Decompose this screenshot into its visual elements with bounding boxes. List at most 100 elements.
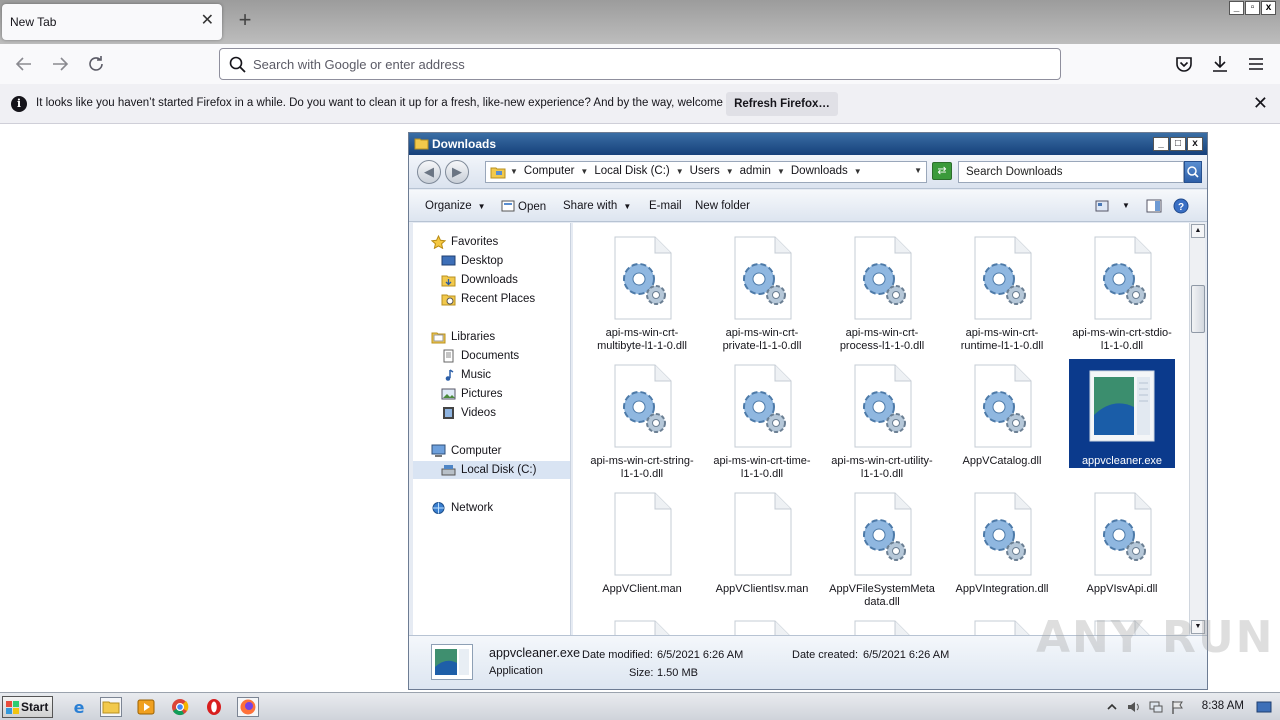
pocket-icon[interactable] (1173, 53, 1195, 75)
address-bar[interactable]: Search with Google or enter address (219, 48, 1061, 80)
file-item[interactable]: AppVIsvApi.dll (1069, 487, 1175, 596)
nav-music[interactable]: Music (441, 366, 491, 384)
breadcrumb-arrow-icon[interactable]: ▼ (777, 165, 785, 179)
file-item[interactable]: api-ms-win-crt-string-l1-1-0.dll (589, 359, 695, 481)
file-item[interactable]: AppVCatalog.dll (949, 359, 1055, 468)
view-icon[interactable] (1095, 200, 1109, 212)
blank-file-icon (609, 491, 675, 577)
nav-libraries[interactable]: Libraries (431, 328, 495, 346)
firefox-icon[interactable] (237, 697, 259, 717)
network-tray-icon[interactable] (1148, 699, 1164, 715)
new-folder-button[interactable]: New folder (695, 200, 750, 212)
action-center-flag-icon[interactable] (1170, 699, 1186, 715)
file-item-partial[interactable] (709, 615, 815, 635)
file-item[interactable]: appvcleaner.exe (1069, 359, 1175, 468)
dll-gear-icon (609, 363, 675, 449)
nav-favorites[interactable]: Favorites (430, 233, 498, 251)
file-item[interactable]: api-ms-win-crt-stdio-l1-1-0.dll (1069, 231, 1175, 353)
search-icon[interactable] (1184, 161, 1202, 183)
vertical-scrollbar[interactable]: ▲ ▼ (1189, 223, 1205, 635)
scroll-up-icon[interactable]: ▲ (1191, 224, 1205, 238)
nav-computer[interactable]: Computer (431, 442, 502, 460)
explorer-forward-button[interactable]: ▶ (445, 160, 469, 184)
nav-recent-places[interactable]: Recent Places (441, 290, 535, 308)
breadcrumb-admin[interactable]: admin (740, 165, 771, 179)
download-icon[interactable] (1209, 53, 1231, 75)
explorer-back-button[interactable]: ◀ (417, 160, 441, 184)
open-button[interactable]: Open (501, 200, 546, 213)
file-item[interactable]: api-ms-win-crt-process-l1-1-0.dll (829, 231, 935, 353)
explorer-title-bar[interactable]: Downloads _ □ x (409, 133, 1207, 155)
internet-explorer-icon[interactable]: e (68, 697, 90, 717)
nav-downloads[interactable]: Downloads (441, 271, 518, 289)
breadcrumb-computer[interactable]: Computer (524, 165, 575, 179)
file-item[interactable]: AppVClient.man (589, 487, 695, 596)
file-item[interactable]: api-ms-win-crt-utility-l1-1-0.dll (829, 359, 935, 481)
view-chevron-down-icon[interactable]: ▼ (1122, 201, 1130, 210)
file-item-partial[interactable] (829, 615, 935, 635)
nav-local-disk[interactable]: Local Disk (C:) (413, 461, 570, 479)
dll-gear-icon (609, 619, 675, 635)
minimize-button[interactable]: _ (1229, 1, 1244, 15)
nav-network[interactable]: Network (431, 499, 493, 517)
explorer-minimize-button[interactable]: _ (1153, 137, 1169, 151)
help-icon[interactable]: ? (1173, 198, 1189, 214)
breadcrumb[interactable]: ▼ Computer ▼ Local Disk (C:) ▼ Users ▼ a… (485, 161, 927, 183)
nav-computer-label: Computer (451, 445, 502, 457)
back-icon[interactable] (12, 52, 36, 76)
file-item[interactable]: AppVClientIsv.man (709, 487, 815, 596)
reload-icon[interactable] (84, 52, 108, 76)
organize-label: Organize (425, 200, 472, 212)
nav-documents[interactable]: Documents (441, 347, 519, 365)
explorer-taskbar-icon[interactable] (100, 697, 122, 717)
file-item[interactable]: api-ms-win-crt-private-l1-1-0.dll (709, 231, 815, 353)
breadcrumb-arrow-icon[interactable]: ▼ (854, 165, 862, 179)
nav-recent-label: Recent Places (461, 293, 536, 305)
breadcrumb-arrow-icon[interactable]: ▼ (510, 165, 518, 179)
scroll-thumb[interactable] (1191, 285, 1205, 333)
restore-button[interactable]: ▫ (1245, 1, 1260, 15)
menu-icon[interactable] (1245, 53, 1267, 75)
refresh-icon[interactable]: ⇄ (932, 162, 952, 180)
share-with-button[interactable]: Share with ▼ (563, 200, 631, 212)
refresh-firefox-button[interactable]: Refresh Firefox… (726, 92, 838, 116)
breadcrumb-local-disk[interactable]: Local Disk (C:) (594, 165, 669, 179)
nav-desktop[interactable]: Desktop (441, 252, 503, 270)
nav-videos[interactable]: Videos (441, 404, 496, 422)
start-button[interactable]: Start (2, 696, 53, 718)
breadcrumb-arrow-icon[interactable]: ▼ (726, 165, 734, 179)
opera-icon[interactable] (203, 697, 225, 717)
nav-local-disk-label: Local Disk (C:) (461, 464, 537, 476)
search-input[interactable]: Search Downloads (958, 161, 1184, 183)
file-item[interactable]: AppVFileSystemMetadata.dll (829, 487, 935, 609)
close-notification-icon[interactable]: ✕ (1253, 94, 1268, 112)
tab-new-tab[interactable]: New Tab ✕ (2, 4, 222, 40)
close-window-button[interactable]: x (1261, 1, 1276, 15)
file-item[interactable]: api-ms-win-crt-runtime-l1-1-0.dll (949, 231, 1055, 353)
show-desktop-icon[interactable] (1256, 699, 1272, 715)
nav-pictures[interactable]: Pictures (441, 385, 503, 403)
explorer-close-button[interactable]: x (1187, 137, 1203, 151)
file-item-partial[interactable] (589, 615, 695, 635)
file-item[interactable]: api-ms-win-crt-multibyte-l1-1-0.dll (589, 231, 695, 353)
email-button[interactable]: E-mail (649, 200, 682, 212)
preview-pane-icon[interactable] (1146, 199, 1162, 213)
chrome-icon[interactable] (169, 697, 191, 717)
media-player-icon[interactable] (135, 697, 157, 717)
forward-icon[interactable] (48, 52, 72, 76)
breadcrumb-users[interactable]: Users (690, 165, 720, 179)
volume-icon[interactable] (1126, 699, 1142, 715)
file-name: api-ms-win-crt-multibyte-l1-1-0.dll (597, 327, 687, 352)
tab-close-icon[interactable]: ✕ (201, 13, 214, 29)
breadcrumb-arrow-icon[interactable]: ▼ (580, 165, 588, 179)
file-item[interactable]: api-ms-win-crt-time-l1-1-0.dll (709, 359, 815, 481)
file-item[interactable]: AppVIntegration.dll (949, 487, 1055, 596)
chevron-down-icon[interactable]: ▼ (914, 166, 922, 175)
explorer-maximize-button[interactable]: □ (1170, 137, 1186, 151)
breadcrumb-arrow-icon[interactable]: ▼ (676, 165, 684, 179)
new-tab-button[interactable]: + (234, 9, 256, 33)
breadcrumb-downloads[interactable]: Downloads (791, 165, 848, 179)
clock[interactable]: 8:38 AM (1202, 700, 1244, 712)
organize-button[interactable]: Organize ▼ (425, 200, 486, 212)
show-hidden-icons-icon[interactable] (1104, 699, 1120, 715)
